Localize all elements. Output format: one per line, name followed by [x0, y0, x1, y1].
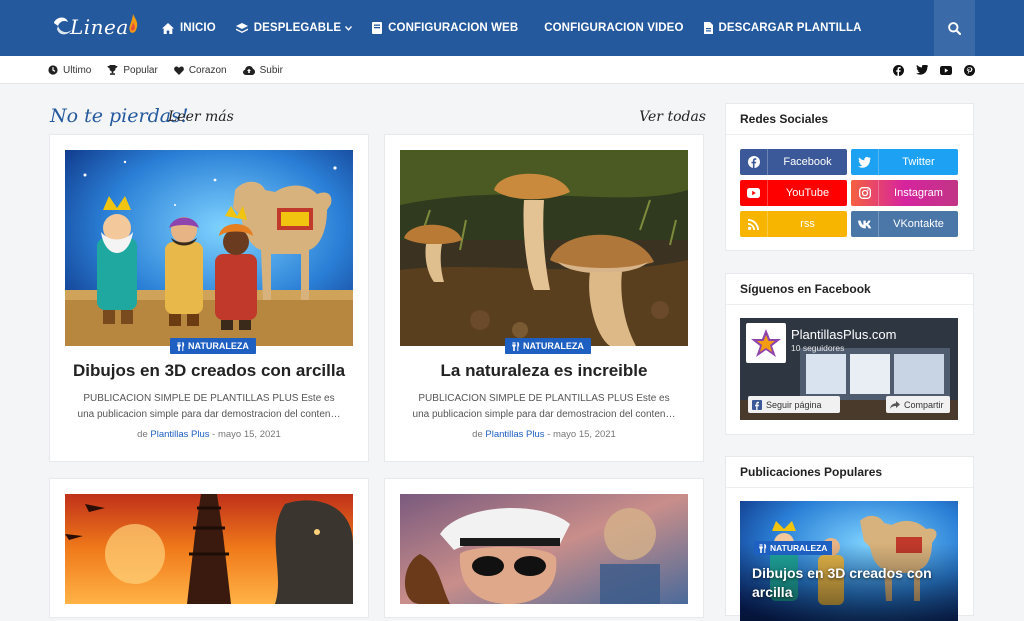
- post-card: [384, 478, 704, 618]
- youtube-button[interactable]: YouTube: [740, 180, 847, 206]
- youtube-icon: [747, 188, 760, 198]
- chevron-down-icon: [345, 25, 353, 31]
- follow-page-button[interactable]: Seguir página: [748, 396, 840, 413]
- star-logo-icon: [751, 329, 781, 357]
- widget-title: Redes Sociales: [740, 112, 829, 126]
- vk-icon: [857, 220, 871, 228]
- social-widget: Redes Sociales Facebook Twitter YouTube …: [725, 103, 974, 251]
- search-icon: [948, 21, 961, 35]
- pinterest-link[interactable]: [964, 64, 975, 76]
- rss-button[interactable]: rss: [740, 211, 847, 237]
- post-title[interactable]: Dibujos en 3D creados con arcilla: [50, 361, 368, 381]
- category-badge[interactable]: NATURALEZA: [505, 338, 591, 354]
- post-thumbnail[interactable]: [65, 494, 353, 604]
- post-card: NATURALEZA La naturaleza es increible PU…: [384, 134, 704, 462]
- section-subtitle[interactable]: Leer más: [168, 109, 234, 125]
- popular-post-title[interactable]: Dibujos en 3D creados con arcilla: [752, 564, 952, 602]
- heart-icon: [173, 66, 184, 75]
- page-name[interactable]: PlantillasPlus.com: [791, 327, 897, 342]
- post-date: - mayo 15, 2021: [212, 429, 281, 440]
- page-avatar[interactable]: [746, 323, 786, 363]
- twitter-button[interactable]: Twitter: [851, 149, 958, 175]
- share-page-button[interactable]: Compartir: [886, 396, 950, 413]
- post-thumbnail[interactable]: [400, 150, 688, 346]
- layers-icon: [235, 22, 248, 33]
- cutlery-icon: [177, 341, 185, 351]
- instagram-icon: [858, 187, 871, 199]
- widget-divider: [726, 304, 973, 305]
- post-card: NATURALEZA Dibujos en 3D creados con arc…: [49, 134, 369, 462]
- youtube-link[interactable]: [940, 65, 952, 75]
- section-heading: No te pierdas! Leer más Ver todas: [50, 103, 706, 133]
- search-button[interactable]: [934, 0, 975, 56]
- widget-divider: [726, 134, 973, 135]
- post-by: de: [472, 429, 483, 440]
- facebook-widget: Síguenos en Facebook PlantillasPlus.com …: [725, 273, 974, 435]
- page-followers: 10 seguidores: [791, 343, 845, 353]
- facebook-button[interactable]: Facebook: [740, 149, 847, 175]
- link-corazon[interactable]: Corazon: [173, 65, 227, 76]
- post-snippet: PUBLICACION SIMPLE DE PLANTILLAS PLUS Es…: [412, 393, 676, 420]
- share-icon: [890, 400, 900, 409]
- facebook-icon: [893, 64, 904, 76]
- rss-icon: [748, 218, 759, 230]
- main-menu: INICIO DESPLEGABLE CONFIGURACION WEB CON…: [162, 0, 882, 56]
- facebook-page-plugin[interactable]: PlantillasPlus.com 10 seguidores Seguir …: [740, 318, 958, 420]
- book-icon: [372, 22, 383, 34]
- trophy-icon: [107, 65, 118, 75]
- menu-item-desplegable[interactable]: DESPLEGABLE: [235, 22, 353, 34]
- cloud-upload-icon: [242, 65, 255, 75]
- popular-post-thumbnail[interactable]: NATURALEZA Dibujos en 3D creados con arc…: [740, 501, 958, 621]
- file-icon: [703, 22, 713, 34]
- facebook-link[interactable]: [893, 64, 904, 76]
- link-popular[interactable]: Popular: [107, 65, 158, 76]
- menu-item-configuracion-web[interactable]: CONFIGURACION WEB: [372, 22, 518, 34]
- post-meta: de Plantillas Plus - mayo 15, 2021: [50, 429, 368, 440]
- youtube-icon: [940, 65, 952, 75]
- twitter-link[interactable]: [916, 65, 928, 75]
- post-snippet: PUBLICACION SIMPLE DE PLANTILLAS PLUS Es…: [77, 393, 341, 420]
- twitter-icon: [916, 65, 928, 75]
- top-navbar: Linea INICIO DESPLEGABLE CONFIGURACION W…: [0, 0, 1024, 56]
- post-thumbnail[interactable]: [65, 150, 353, 346]
- post-date: - mayo 15, 2021: [547, 429, 616, 440]
- home-icon: [162, 22, 174, 34]
- logo-text: Linea: [70, 15, 129, 39]
- menu-item-inicio[interactable]: INICIO: [162, 22, 216, 34]
- secondary-navbar: Ultimo Popular Corazon Subir: [0, 56, 1024, 84]
- menu-item-configuracion-video[interactable]: CONFIGURACION VIDEO: [544, 22, 683, 34]
- secondary-links: Ultimo Popular Corazon Subir: [48, 56, 299, 84]
- twitter-icon: [858, 156, 871, 168]
- post-thumbnail[interactable]: [400, 494, 688, 604]
- post-card: [49, 478, 369, 618]
- popular-posts-widget: Publicaciones Populares NATURALEZA Dibuj…: [725, 456, 974, 621]
- view-all-link[interactable]: Ver todas: [639, 109, 706, 125]
- post-by: de: [137, 429, 148, 440]
- site-logo[interactable]: Linea: [52, 12, 142, 44]
- instagram-button[interactable]: Instagram: [851, 180, 958, 206]
- link-ultimo[interactable]: Ultimo: [48, 65, 91, 76]
- menu-item-descargar-plantilla[interactable]: DESCARGAR PLANTILLA: [703, 22, 862, 34]
- post-title[interactable]: La naturaleza es increible: [385, 361, 703, 381]
- pinterest-icon: [964, 64, 975, 76]
- post-meta: de Plantillas Plus - mayo 15, 2021: [385, 429, 703, 440]
- category-badge[interactable]: NATURALEZA: [170, 338, 256, 354]
- header-social-links: [893, 56, 987, 84]
- widget-divider: [726, 487, 973, 488]
- category-badge[interactable]: NATURALEZA: [754, 541, 833, 555]
- post-author[interactable]: Plantillas Plus: [485, 429, 544, 440]
- widget-title: Publicaciones Populares: [740, 465, 883, 479]
- cutlery-icon: [512, 341, 520, 351]
- flame-icon: [129, 14, 138, 33]
- widget-title: Síguenos en Facebook: [740, 282, 871, 296]
- clock-icon: [48, 65, 58, 75]
- facebook-icon: [752, 399, 762, 410]
- vkontakte-button[interactable]: VKontakte: [851, 211, 958, 237]
- link-subir[interactable]: Subir: [242, 65, 283, 76]
- facebook-icon: [747, 156, 760, 168]
- cutlery-icon: [759, 543, 767, 553]
- post-author[interactable]: Plantillas Plus: [150, 429, 209, 440]
